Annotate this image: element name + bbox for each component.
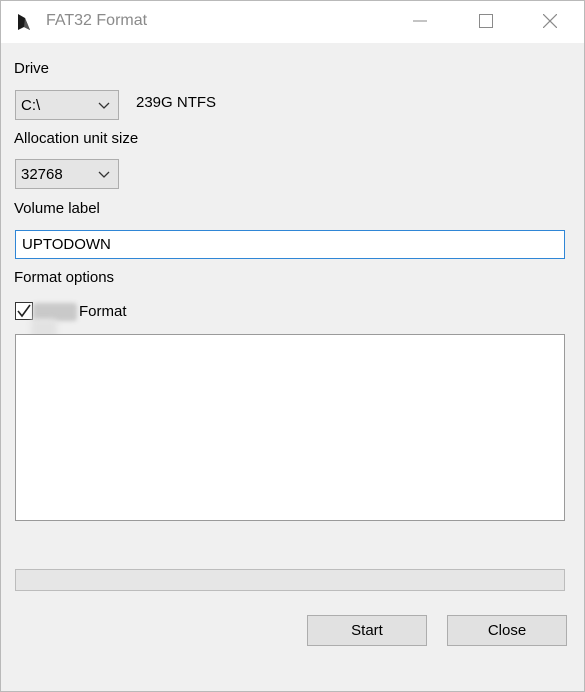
allocation-select-value: 32768 xyxy=(21,166,63,183)
volume-label-input[interactable] xyxy=(16,231,564,258)
start-button[interactable]: Start xyxy=(307,615,427,646)
drive-label: Drive xyxy=(14,60,50,77)
volume-label-field[interactable] xyxy=(15,230,565,259)
volume-label-label: Volume label xyxy=(14,200,100,217)
format-checkbox-label: Format xyxy=(79,303,127,320)
format-options-label: Format options xyxy=(14,269,115,286)
close-icon xyxy=(543,14,557,28)
minimize-icon xyxy=(413,20,427,22)
close-button[interactable]: Close xyxy=(447,615,567,646)
chevron-down-icon xyxy=(98,171,110,178)
allocation-unit-size-label: Allocation unit size xyxy=(14,130,139,147)
allocation-unit-size-select[interactable]: 32768 xyxy=(15,159,119,189)
drive-info: 239G NTFS xyxy=(136,94,217,111)
chevron-down-icon xyxy=(98,102,110,109)
fat32-format-window: FAT32 Format Drive C:\ 239G NTFS Allocat… xyxy=(0,0,585,692)
window-title: FAT32 Format xyxy=(46,12,148,29)
title-bar[interactable]: FAT32 Format xyxy=(1,1,584,43)
drive-select-value: C:\ xyxy=(21,97,41,114)
maximize-icon xyxy=(479,14,493,28)
app-logo-icon xyxy=(16,12,32,32)
minimize-button[interactable] xyxy=(396,1,444,41)
progress-bar xyxy=(15,569,565,591)
log-output-area[interactable] xyxy=(15,334,565,521)
close-window-button[interactable] xyxy=(526,1,574,41)
maximize-button[interactable] xyxy=(462,1,510,41)
drive-select[interactable]: C:\ xyxy=(15,90,119,120)
